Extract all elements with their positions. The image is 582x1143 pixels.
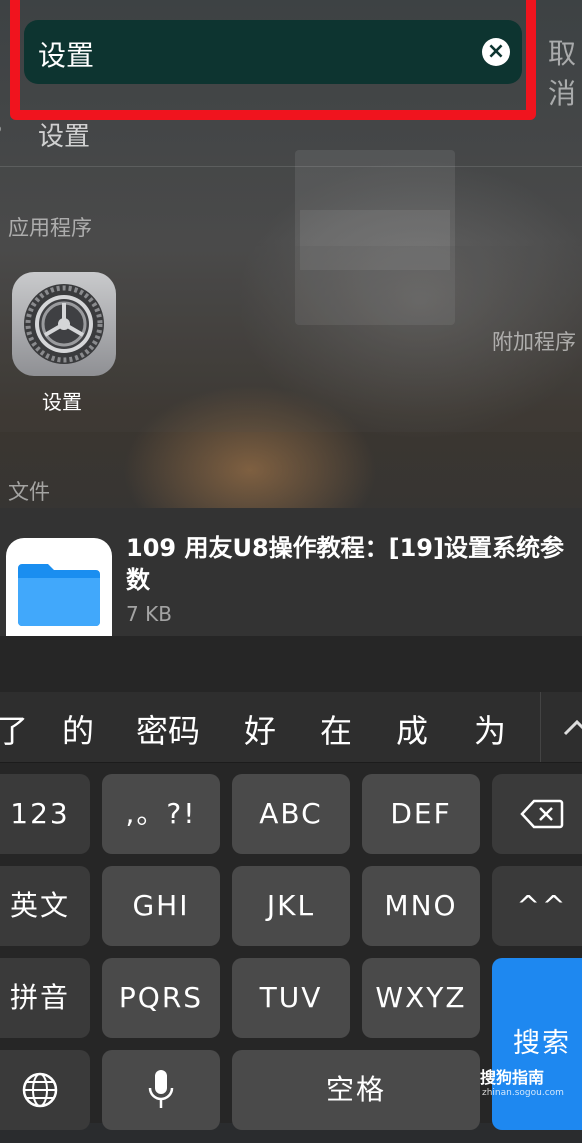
suggestion-label: 设置 bbox=[38, 122, 91, 152]
key-jkl[interactable]: JKL bbox=[232, 866, 350, 946]
extension-label: 附加程序 bbox=[492, 330, 576, 354]
backspace-key[interactable] bbox=[492, 774, 582, 854]
folder-icon[interactable] bbox=[6, 538, 112, 638]
folder-graphic bbox=[18, 564, 100, 626]
key-punctuation[interactable]: ,。?! bbox=[102, 774, 220, 854]
candidate-word[interactable]: 的 bbox=[62, 706, 94, 752]
gear-icon bbox=[24, 284, 104, 364]
candidate-word[interactable]: 成 bbox=[396, 706, 428, 752]
app-name-label: 设置 bbox=[42, 390, 82, 414]
key-emoticon[interactable]: ^^ bbox=[492, 866, 582, 946]
key-abc[interactable]: ABC bbox=[232, 774, 350, 854]
key-ghi[interactable]: GHI bbox=[102, 866, 220, 946]
key-english[interactable]: 英文 bbox=[0, 866, 90, 946]
key-wxyz[interactable]: WXYZ bbox=[362, 958, 480, 1038]
space-key[interactable]: 空格 bbox=[232, 1050, 480, 1130]
file-title: 109 用友U8操作教程：[19]设置系统参数 bbox=[126, 534, 564, 594]
section-header-files: 文件 bbox=[8, 480, 50, 504]
key-tuv[interactable]: TUV bbox=[232, 958, 350, 1038]
key-pinyin[interactable]: 拼音 bbox=[0, 958, 90, 1038]
file-size: 7 KB bbox=[126, 602, 172, 626]
candidate-expand-button[interactable] bbox=[540, 692, 582, 762]
divider bbox=[0, 166, 582, 167]
microphone-key[interactable] bbox=[102, 1050, 220, 1130]
settings-app-icon[interactable] bbox=[12, 272, 116, 376]
mic-icon bbox=[148, 1070, 174, 1108]
search-icon: ⌕ bbox=[0, 114, 3, 142]
chevron-up-icon bbox=[563, 719, 582, 736]
backspace-icon bbox=[520, 799, 564, 829]
key-def[interactable]: DEF bbox=[362, 774, 480, 854]
key-123[interactable]: 123 bbox=[0, 774, 90, 854]
candidate-word[interactable]: 在 bbox=[320, 706, 352, 752]
candidate-word[interactable]: 好 bbox=[244, 706, 276, 752]
candidate-word[interactable]: 为 bbox=[474, 706, 506, 752]
cancel-button[interactable]: 取消 bbox=[548, 32, 582, 112]
key-pqrs[interactable]: PQRS bbox=[102, 958, 220, 1038]
watermark: 搜狗指南 bbox=[480, 1068, 545, 1087]
globe-icon bbox=[22, 1072, 58, 1108]
globe-key[interactable] bbox=[0, 1050, 90, 1130]
search-suggestion[interactable]: ⌕ 设置 bbox=[0, 108, 582, 160]
watermark-url: zhinan.sogou.com bbox=[482, 1088, 564, 1098]
red-highlight-annotation bbox=[10, 0, 536, 120]
section-header-apps: 应用程序 bbox=[8, 216, 92, 240]
candidate-word[interactable]: 密码 bbox=[136, 706, 200, 752]
key-mno[interactable]: MNO bbox=[362, 866, 480, 946]
candidate-word[interactable]: 了 bbox=[0, 706, 28, 752]
search-key[interactable]: 搜索 bbox=[492, 958, 582, 1130]
